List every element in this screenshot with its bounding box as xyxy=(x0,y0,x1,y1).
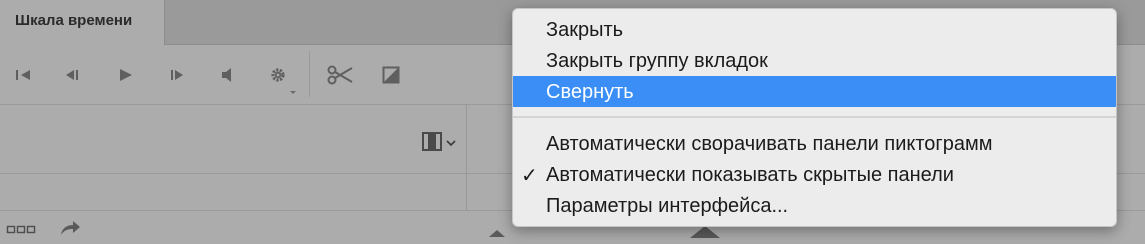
track-divider xyxy=(466,105,467,173)
next-frame-icon[interactable] xyxy=(166,63,192,87)
audio-icon[interactable] xyxy=(218,63,244,87)
previous-frame-icon[interactable] xyxy=(62,63,88,87)
convert-arrow-icon[interactable] xyxy=(58,218,82,238)
scissors-icon[interactable] xyxy=(326,63,356,87)
chevron-down-icon[interactable] xyxy=(445,136,457,148)
menu-item-label: Параметры интерфейса... xyxy=(546,195,789,217)
menu-item-auto-show-hidden-panels[interactable]: ✓ Автоматически показывать скрытые панел… xyxy=(513,159,1116,190)
menu-item-label: Свернуть xyxy=(546,81,634,103)
menu-separator xyxy=(513,116,1116,118)
toolbar-separator xyxy=(309,51,310,97)
menu-item-interface-preferences[interactable]: Параметры интерфейса... xyxy=(513,190,1116,221)
panel-context-menu: Закрыть Закрыть группу вкладок Свернуть … xyxy=(512,8,1117,227)
play-icon[interactable] xyxy=(115,63,141,87)
transition-icon[interactable] xyxy=(380,63,406,87)
first-frame-icon[interactable] xyxy=(13,63,39,87)
menu-item-label: Закрыть xyxy=(546,19,624,41)
menu-item-minimize[interactable]: Свернуть xyxy=(513,76,1116,107)
tab-timeline[interactable]: Шкала времени xyxy=(0,0,165,45)
track-divider xyxy=(466,174,467,210)
menu-item-close-tab-group[interactable]: Закрыть группу вкладок xyxy=(513,45,1116,76)
menu-item-label: Автоматически показывать скрытые панели xyxy=(546,164,954,186)
menu-item-auto-collapse-icon-panels[interactable]: Автоматически сворачивать панели пиктогр… xyxy=(513,128,1116,159)
filmstrip-icon[interactable] xyxy=(422,132,444,152)
menu-item-close[interactable]: Закрыть xyxy=(513,14,1116,45)
menu-item-label: Закрыть группу вкладок xyxy=(546,50,768,72)
settings-gear-icon[interactable] xyxy=(267,63,299,94)
checkmark-icon: ✓ xyxy=(521,165,538,187)
timeline-panel: Шкала времени Закрыть Закрыть группу вкл… xyxy=(0,0,1145,242)
frame-view-icon[interactable] xyxy=(6,222,38,234)
menu-item-label: Автоматически сворачивать панели пиктогр… xyxy=(546,133,993,155)
zoom-out-mountain-icon[interactable] xyxy=(487,225,507,239)
tab-timeline-label: Шкала времени xyxy=(15,12,133,29)
